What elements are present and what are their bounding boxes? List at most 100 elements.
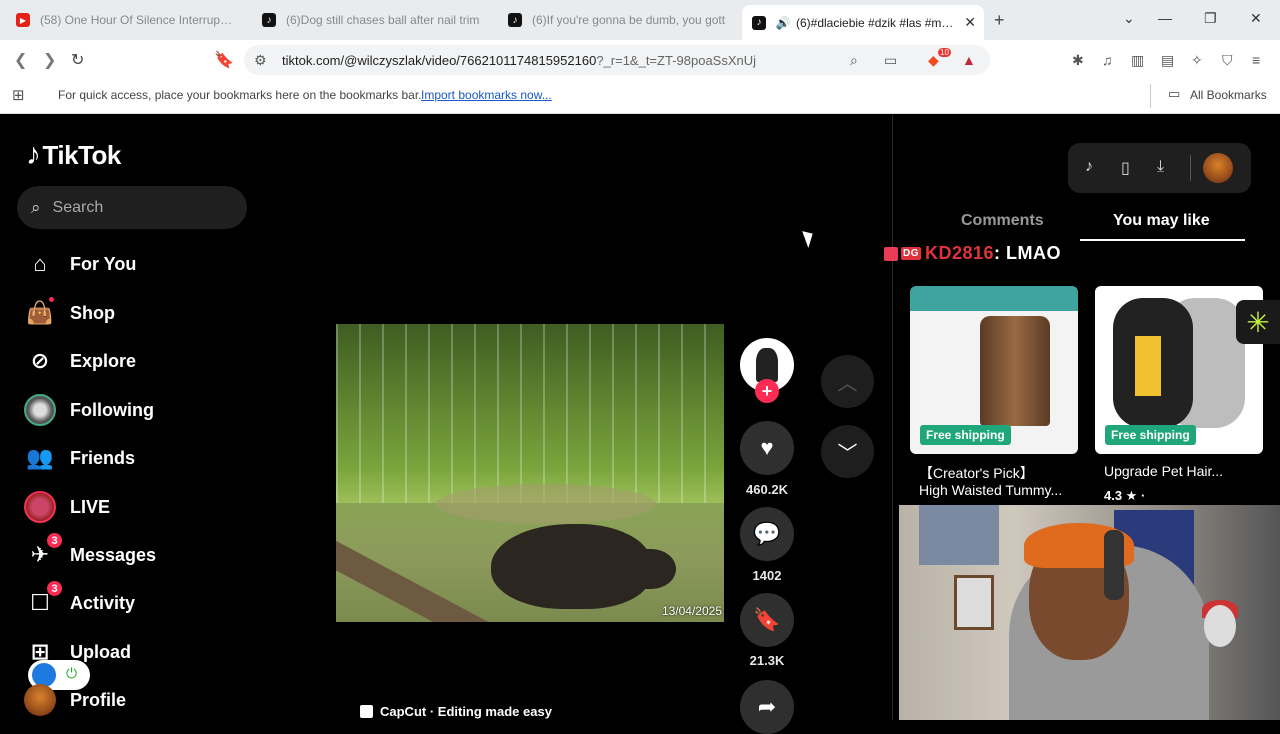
follow-button[interactable]: + <box>755 379 779 403</box>
sidebar-icon[interactable]: ▥ <box>1131 52 1144 69</box>
browser-tab-3[interactable]: ♪ (6)If you're gonna be dumb, you gott <box>498 5 736 35</box>
tab-strip: ▶ (58) One Hour Of Silence Interrupted ♪… <box>0 0 1280 40</box>
nav-live[interactable]: LIVE <box>24 491 110 523</box>
wallet-icon[interactable]: ▤ <box>1161 52 1174 69</box>
nav-shop[interactable]: 👜 Shop <box>24 297 115 329</box>
extensions-icon[interactable]: ✱ <box>1072 52 1084 69</box>
menu-icon[interactable]: ≡ <box>1252 52 1260 68</box>
comment-button[interactable]: 💬 <box>740 507 794 561</box>
tab-comments[interactable]: Comments <box>961 212 1044 230</box>
like-button[interactable]: ♥ <box>740 421 794 475</box>
product-title-line1[interactable]: 【Creator's Pick】 <box>919 463 1034 483</box>
brave-rewards-icon[interactable]: ▲ <box>962 52 976 68</box>
nav-following[interactable]: Following <box>24 394 154 426</box>
chat-username: KD2816 <box>925 243 995 263</box>
wall-frame <box>954 575 994 630</box>
nav-label: For You <box>70 253 137 274</box>
video-forest <box>336 324 724 503</box>
tab-search-icon[interactable]: ⌄ <box>1123 10 1135 27</box>
heart-icon: ♥ <box>760 435 774 460</box>
brave-shields-icon[interactable]: ◆ <box>928 52 939 69</box>
power-icon: ⏻ <box>66 665 78 681</box>
messages-icon: ✈ 3 <box>24 533 62 571</box>
url-query: ?_r=1&_t=ZT-98poaSsXnUj <box>596 53 757 68</box>
tiktok-page: ♪ TikTok ⌕ Search ⌂ For You 👜 Shop ⊘ Exp… <box>0 115 1280 734</box>
vpn-icon[interactable]: ⛉ <box>1222 52 1233 69</box>
shields-count: 10 <box>938 48 951 57</box>
capcut-text: CapCut · Editing made easy <box>380 704 552 719</box>
apps-grid-icon[interactable]: ⊞ <box>12 86 25 104</box>
device-icon[interactable]: ▯ <box>1121 158 1130 178</box>
nav-label: LIVE <box>70 496 111 517</box>
next-video-button[interactable]: ﹀ <box>821 425 874 478</box>
tiktok-logo[interactable]: ♪ TikTok <box>26 138 121 172</box>
tab-title: (58) One Hour Of Silence Interrupted <box>40 13 234 27</box>
minimize-icon[interactable]: — <box>1158 10 1172 26</box>
notification-dot <box>49 297 54 302</box>
product-title-line2[interactable]: High Waisted Tummy... <box>919 482 1062 498</box>
nav-label: Friends <box>70 447 136 468</box>
user-avatar[interactable] <box>1203 153 1233 183</box>
logo-text: TikTok <box>42 139 122 170</box>
nav-explore[interactable]: ⊘ Explore <box>24 345 136 377</box>
tab-you-may-like[interactable]: You may like <box>1113 212 1210 230</box>
active-tab-underline <box>1080 239 1245 241</box>
browser-tab-active[interactable]: ♪ 🔊 (6)#dlaciebie #dzik #las #mem ✕ <box>742 5 984 40</box>
media-icon[interactable]: ♫ <box>1102 52 1113 68</box>
restore-icon[interactable]: ❐ <box>1204 10 1217 27</box>
site-info-icon[interactable]: ⚙ <box>254 52 267 69</box>
new-tab-icon[interactable]: + <box>994 10 1005 31</box>
tiktok-circle-icon[interactable]: ♪ <box>1085 158 1093 176</box>
product-title-line1[interactable]: Upgrade Pet Hair... <box>1104 463 1223 479</box>
forward-icon[interactable]: ❯ <box>43 50 56 70</box>
speaker-icon[interactable]: 🔊 <box>776 16 791 30</box>
leo-ai-icon[interactable]: ✧ <box>1191 52 1203 69</box>
nav-profile[interactable]: Profile <box>24 684 126 716</box>
home-icon: ⌂ <box>33 251 47 276</box>
save-count: 21.3K <box>749 653 785 668</box>
floating-widget-icon[interactable]: ✳ <box>1236 300 1280 344</box>
download-icon[interactable]: ⤓ <box>1157 158 1164 176</box>
live-avatar <box>24 491 56 523</box>
cast-icon[interactable]: ▭ <box>884 52 897 69</box>
previous-video-button[interactable]: ︿ <box>821 355 874 408</box>
url-text[interactable]: tiktok.com/@wilczyszlak/video/7662101174… <box>282 53 756 68</box>
search-icon: ⌕ <box>31 197 41 217</box>
share-button[interactable]: ➦ <box>740 680 794 734</box>
reload-icon[interactable]: ↻ <box>71 50 84 70</box>
activity-icon: ☐ 3 <box>24 581 62 619</box>
close-tab-icon[interactable]: ✕ <box>964 14 976 31</box>
browser-tab-1[interactable]: ▶ (58) One Hour Of Silence Interrupted <box>6 5 244 35</box>
friends-icon: 👥 <box>26 445 54 470</box>
chat-tag: DG <box>901 247 921 260</box>
tab-title: (6)Dog still chases ball after nail trim <box>286 13 480 27</box>
video-timestamp: 13/04/2025 <box>661 604 722 618</box>
like-count: 460.2K <box>746 482 788 497</box>
video-player[interactable]: 13/04/2025 <box>336 324 724 622</box>
all-bookmarks-button[interactable]: All Bookmarks <box>1190 88 1267 102</box>
bookmark-icon[interactable]: 🔖 <box>214 50 234 70</box>
close-window-icon[interactable]: ✕ <box>1250 10 1262 27</box>
search-input[interactable]: ⌕ Search <box>17 186 247 229</box>
bookmarks-divider <box>1150 84 1151 108</box>
browser-tab-2[interactable]: ♪ (6)Dog still chases ball after nail tr… <box>252 5 490 35</box>
nav-for-you[interactable]: ⌂ For You <box>24 248 136 280</box>
save-button[interactable]: 🔖 <box>740 593 794 647</box>
search-placeholder: Search <box>52 198 104 216</box>
capcut-icon <box>360 705 373 718</box>
nav-messages[interactable]: ✈ 3 Messages <box>24 533 156 571</box>
nav-friends[interactable]: 👥 Friends <box>24 442 135 474</box>
mannequin-head <box>1204 605 1236 647</box>
capcut-banner[interactable]: CapCut · Editing made easy <box>360 704 552 719</box>
zoom-icon[interactable]: ⌕ <box>850 52 858 69</box>
nav-activity[interactable]: ☐ 3 Activity <box>24 581 135 619</box>
import-bookmarks-link[interactable]: Import bookmarks now... <box>421 88 552 102</box>
product-image-skirt <box>980 316 1050 426</box>
back-icon[interactable]: ❮ <box>14 50 27 70</box>
nav-label: Upload <box>70 641 131 662</box>
chevron-up-icon: ︿ <box>837 373 858 395</box>
wall-poster <box>919 505 999 565</box>
video-boar-head <box>626 549 676 589</box>
video-path <box>436 484 656 524</box>
nav-label: Shop <box>70 302 115 323</box>
